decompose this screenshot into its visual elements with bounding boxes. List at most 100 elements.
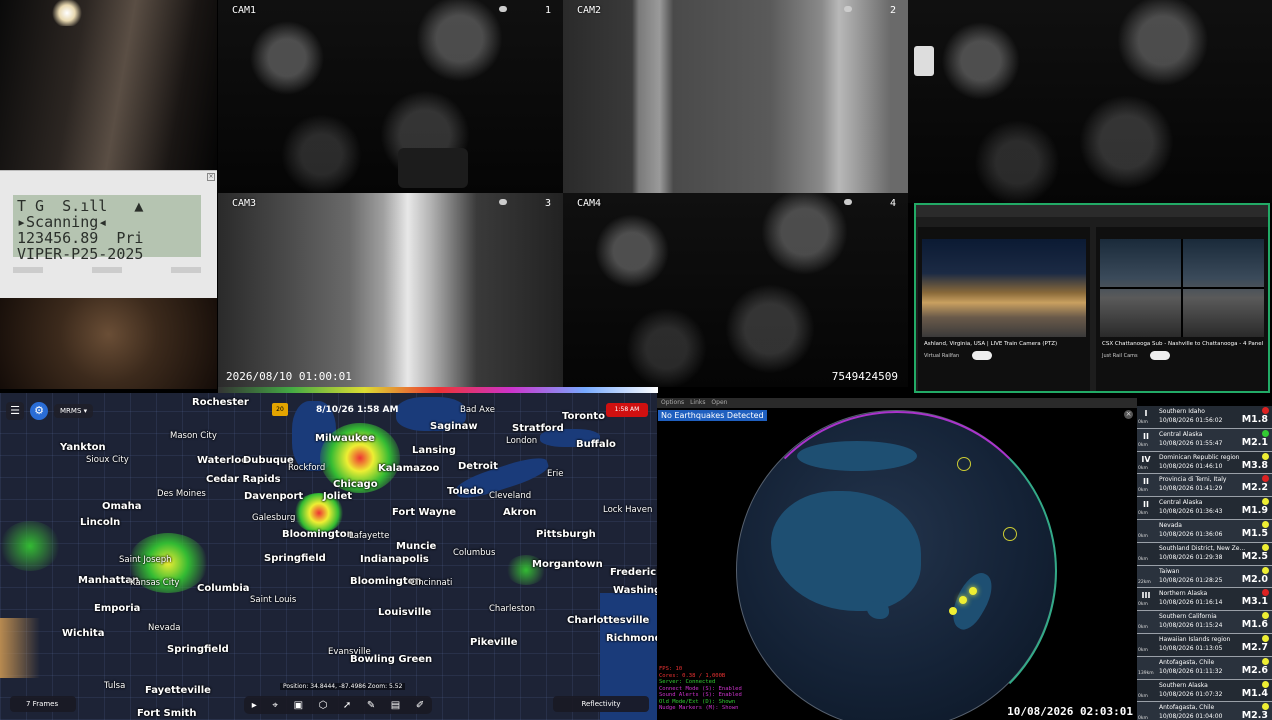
warning-count-badge[interactable]: 20 — [272, 403, 288, 416]
globe-map[interactable] — [736, 410, 1057, 720]
quake-list-item[interactable]: I 0km Southern Idaho 10/08/2026 01:56:02 M1.… — [1137, 406, 1272, 429]
weather-radar-map[interactable]: Rochester Saginaw Bad Axe Toronto Stratford M… — [0, 393, 666, 720]
city-label: Rochester — [192, 397, 249, 408]
quake-time: 10/08/2026 01:07:32 — [1159, 690, 1223, 698]
distance-label: 0km — [1138, 442, 1148, 448]
pin-icon[interactable]: ⌖ — [272, 700, 278, 711]
layers-icon[interactable]: ▣ — [294, 700, 303, 711]
quake-list-item[interactable]: III 0km Northern Alaska 10/08/2026 01:16:14… — [1137, 588, 1272, 612]
menu-options[interactable]: Options — [661, 399, 684, 406]
channel-name[interactable]: Virtual Railfan — [924, 353, 959, 359]
city-label: Des Moines — [157, 489, 206, 499]
camera-4-number: 4 — [889, 198, 896, 209]
cursor-position: Position: 34.8444, -87.4986 Zoom: 5.52 — [280, 683, 406, 690]
quake-magnitude: M2.5 — [1241, 550, 1268, 562]
quake-location: Provincia di Terni, Italy — [1159, 476, 1227, 484]
city-label: Fayetteville — [145, 685, 211, 696]
severity-indicator — [1262, 429, 1269, 437]
quake-list-item[interactable]: 0km Southland District, New Ze... 10/08/20… — [1137, 542, 1272, 566]
city-label: Yankton — [60, 442, 106, 453]
camera-3-number: 3 — [544, 198, 551, 209]
menu-open[interactable]: Open — [711, 399, 727, 406]
settings-icon[interactable]: ⚙ — [30, 402, 48, 420]
edit-icon[interactable]: ✐ — [416, 700, 424, 711]
quake-location: Southern Alaska — [1159, 681, 1208, 689]
draw-icon[interactable]: ✎ — [367, 700, 375, 711]
quake-list-item[interactable]: 0km Antofagasta, Chile 10/08/2026 01:04:00… — [1137, 702, 1272, 720]
channel-name[interactable]: Just Rail Cams — [1102, 353, 1138, 359]
camera-2-feed: CAM2 2 — [563, 0, 908, 193]
quake-time: 10/08/2026 01:11:32 — [1159, 667, 1223, 675]
quake-location: Taiwan — [1159, 567, 1180, 575]
city-label: Lansing — [412, 445, 456, 456]
intensity-label — [1139, 705, 1153, 716]
distance-label: 0km — [1138, 556, 1148, 562]
quake-list-item[interactable]: 22km Taiwan 10/08/2026 01:28:25 M2.0 — [1137, 565, 1272, 589]
city-label: Saint Joseph — [119, 555, 172, 565]
city-label: Joliet — [323, 491, 353, 502]
intensity-label — [1139, 569, 1153, 580]
alert-button[interactable]: 1:58 AM — [606, 403, 648, 417]
scanner-button[interactable] — [13, 267, 43, 273]
product-selector[interactable]: Reflectivity — [553, 696, 649, 712]
intensity-label — [1139, 546, 1153, 557]
radar-product-selector[interactable]: MRMS ▾ — [54, 404, 94, 418]
subscribe-button[interactable] — [1150, 351, 1170, 360]
quake-list-item[interactable]: 0km Hawaiian Islands region 10/08/2026 01:… — [1137, 633, 1272, 657]
city-label: Sioux City — [86, 455, 129, 465]
intensity-label — [1139, 637, 1153, 648]
subscribe-button[interactable] — [972, 351, 992, 360]
city-label: Dubuque — [243, 455, 294, 466]
quake-marker[interactable] — [969, 587, 977, 595]
quake-list-item[interactable]: IV 0km Dominican Republic region 10/08/2026… — [1137, 451, 1272, 475]
scanner-button[interactable] — [171, 267, 201, 273]
youtube-video-card[interactable]: Ashland, Virginia, USA | LIVE Train Came… — [918, 227, 1090, 391]
scanner-frequency-line: 123456.89 Pri — [17, 229, 144, 247]
quake-marker[interactable] — [957, 457, 971, 471]
camera-1-label: CAM1 — [232, 5, 257, 16]
earthquake-list[interactable]: I 0km Southern Idaho 10/08/2026 01:56:02 M1.… — [1137, 406, 1272, 720]
city-label: Bowling Green — [350, 654, 433, 665]
severity-indicator — [1262, 657, 1269, 665]
city-label: Omaha — [102, 501, 142, 512]
quake-time: 10/08/2026 01:28:25 — [1159, 576, 1223, 584]
play-icon[interactable]: ▸ — [252, 700, 257, 711]
quake-list-item[interactable]: 0km Southern California 10/08/2026 01:15:2… — [1137, 611, 1272, 634]
lamp-fixture — [914, 46, 934, 76]
video-title[interactable]: CSX Chattanooga Sub - Nashville to Chatt… — [1102, 341, 1264, 348]
quake-list-item[interactable]: II 0km Central Alaska 10/08/2026 01:55:47 M2… — [1137, 428, 1272, 452]
city-label: Lock Haven — [603, 505, 653, 515]
video-title[interactable]: Ashland, Virginia, USA | LIVE Train Came… — [924, 341, 1086, 348]
distance-label: 0km — [1138, 533, 1148, 539]
video-player[interactable] — [922, 239, 1086, 337]
menu-icon[interactable]: ☰ — [6, 402, 24, 420]
quake-list-item[interactable]: 139km Antofagasta, Chile 10/08/2026 01:11:… — [1137, 656, 1272, 680]
city-label: Cedar Rapids — [206, 474, 281, 485]
menu-links[interactable]: Links — [690, 399, 705, 406]
quake-list-item[interactable]: 0km Nevada 10/08/2026 01:36:06 M1.5 — [1137, 519, 1272, 543]
earthquake-monitor: Options Links Open No Earthquakes Detect… — [657, 398, 1137, 720]
city-label: Emporia — [94, 603, 141, 614]
close-icon[interactable]: × — [1124, 410, 1133, 419]
quake-marker[interactable] — [959, 596, 967, 604]
quake-list-item[interactable]: II 0km Provincia di Terni, Italy 10/08/2026… — [1137, 474, 1272, 498]
cursor-icon[interactable]: ➚ — [343, 700, 351, 711]
quake-time: 10/08/2026 01:29:38 — [1159, 553, 1223, 561]
frames-selector[interactable]: 7 Frames — [10, 696, 76, 712]
ruler-icon[interactable]: ▤ — [391, 700, 400, 711]
youtube-video-card[interactable]: CSX Chattanooga Sub - Nashville to Chatt… — [1096, 227, 1268, 391]
city-label: Saint Louis — [250, 595, 297, 605]
quake-magnitude: M2.2 — [1241, 482, 1268, 494]
quake-list-item[interactable]: II 0km Central Alaska 10/08/2026 01:36:43 M1… — [1137, 497, 1272, 520]
distance-label: 22km — [1138, 579, 1151, 585]
quake-marker[interactable] — [949, 607, 957, 615]
close-icon[interactable]: × — [207, 173, 215, 181]
polygon-icon[interactable]: ⬡ — [319, 700, 328, 711]
quake-marker[interactable] — [1003, 527, 1017, 541]
quake-stat-line: Sound Alerts (S): Enabled — [659, 692, 742, 698]
city-label: Springfield — [167, 644, 229, 655]
quake-list-item[interactable]: 0km Southern Alaska 10/08/2026 01:07:32 M1.… — [1137, 679, 1272, 703]
scanner-button[interactable] — [92, 267, 122, 273]
intensity-label — [1139, 660, 1153, 671]
video-player[interactable] — [1100, 239, 1264, 337]
